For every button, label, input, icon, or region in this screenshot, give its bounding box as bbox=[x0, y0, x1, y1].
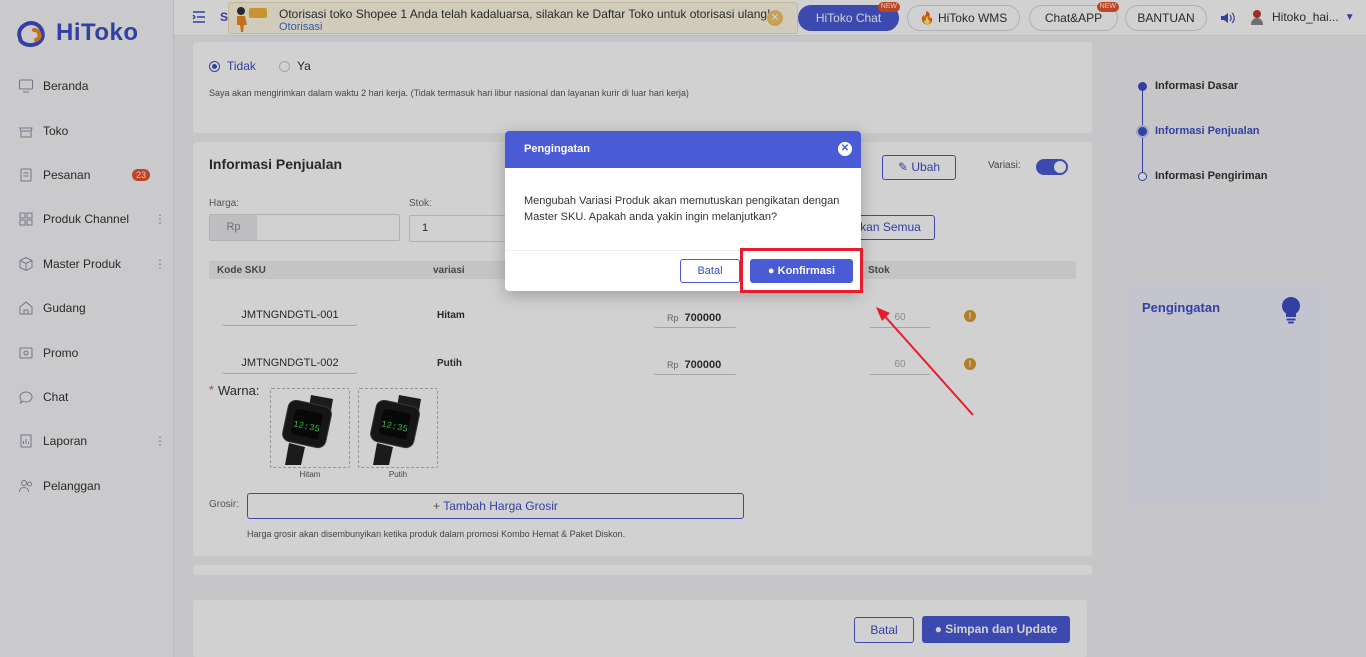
dialog-title: Pengingatan bbox=[524, 143, 591, 155]
highlight-box bbox=[740, 248, 863, 293]
annotation-arrow-icon bbox=[876, 307, 974, 416]
dialog-cancel-button[interactable]: Batal bbox=[680, 259, 740, 283]
cancel-label: Batal bbox=[697, 265, 723, 277]
modal-overlay[interactable] bbox=[0, 0, 1366, 657]
dialog-header: Pengingatan ✕ bbox=[505, 131, 861, 168]
close-icon[interactable]: ✕ bbox=[838, 142, 852, 156]
dialog-message: Mengubah Variasi Produk akan memutuskan … bbox=[524, 195, 840, 223]
